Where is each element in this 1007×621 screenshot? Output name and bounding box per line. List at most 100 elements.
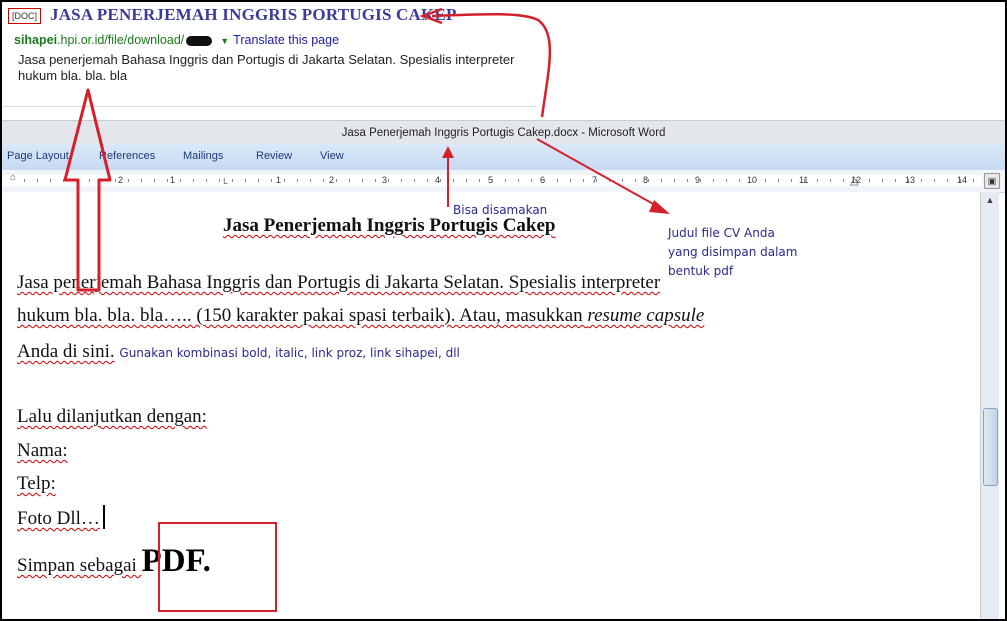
ruler-tick — [973, 179, 974, 182]
ruler-tick — [531, 179, 532, 182]
ruler-tick — [934, 179, 935, 182]
tab-review[interactable]: Review — [256, 150, 292, 162]
ruler-tick — [401, 179, 402, 182]
ruler-tick — [843, 179, 844, 182]
annotation-file-line-3: bentuk pdf — [668, 264, 734, 278]
word-window-title: Jasa Penerjemah Inggris Portugis Cakep.d… — [2, 120, 1005, 145]
field-name-label: Nama: — [17, 440, 68, 461]
ruler-tick — [245, 179, 246, 182]
ruler-number: 3 — [382, 175, 388, 185]
annotation-file-line-1: Judul file CV Anda — [668, 226, 775, 240]
ruler-tick — [258, 179, 259, 182]
italic-text: resume capsule — [587, 305, 705, 326]
tab-page-layout[interactable]: Page Layout — [7, 150, 69, 162]
ruler-tick — [349, 179, 350, 182]
redacted-mark — [186, 35, 213, 46]
ruler-tick — [674, 179, 675, 182]
ruler-tick — [661, 179, 662, 182]
formatting-note: Gunakan kombinasi bold, italic, link pro… — [119, 346, 460, 360]
ruler-tick — [856, 179, 857, 182]
ruler-tick — [648, 179, 649, 182]
ruler-tick — [284, 179, 285, 182]
ruler-tick — [687, 179, 688, 182]
ribbon-tabs: Page Layout References Mailings Review V… — [2, 144, 1005, 171]
ruler-tick — [128, 179, 129, 182]
indent-marker-icon[interactable]: ⌂ — [10, 172, 16, 183]
right-indent-marker-icon[interactable]: △ — [850, 174, 858, 187]
ruler-number: 2 — [118, 175, 124, 185]
ruler-tick — [63, 179, 64, 182]
paragraph-text: Lalu dilanjutkan dengan: — [17, 406, 207, 427]
ruler-tick — [414, 179, 415, 182]
ruler-tick — [310, 179, 311, 182]
paragraph-line: Jasa penerjemah Bahasa Inggris dan Portu… — [17, 272, 660, 294]
horizontal-ruler[interactable]: ⌂ 2 1 1 2 3 4 5 6 7 8 9 10 11 12 13 14 └… — [2, 170, 1005, 193]
ruler-tick — [739, 179, 740, 182]
tab-stop-icon[interactable]: └ — [221, 178, 227, 188]
ruler-tick — [895, 179, 896, 182]
ruler-tick — [37, 179, 38, 182]
text-cursor — [102, 505, 105, 529]
ruler-tick — [791, 179, 792, 182]
doc-badge: [DOC] — [8, 8, 42, 24]
ruler-tick — [960, 179, 961, 182]
search-result: [DOC] JASA PENERJEMAH INGGRIS PORTUGIS C… — [2, 2, 1005, 120]
ruler-tick — [76, 179, 77, 182]
ruler-tick — [596, 179, 597, 182]
ruler-tick — [817, 179, 818, 182]
ruler-tick — [869, 179, 870, 182]
ruler-tick — [89, 179, 90, 182]
ruler-tick — [635, 179, 636, 182]
ruler-tick — [388, 179, 389, 182]
ruler-tick — [102, 179, 103, 182]
ruler-tick — [180, 179, 181, 182]
tab-references[interactable]: References — [99, 150, 155, 162]
ruler-tick — [115, 179, 116, 182]
paragraph-text: hukum bla. bla. bla….. (150 karakter pak… — [17, 305, 588, 326]
paragraph-line: Anda di sini. Gunakan kombinasi bold, it… — [17, 341, 460, 363]
ruler-tick — [570, 179, 571, 182]
scroll-up-icon[interactable]: ▲ — [981, 192, 999, 208]
scrollbar-thumb[interactable] — [983, 408, 998, 486]
tab-view[interactable]: View — [320, 150, 344, 162]
ruler-tick — [765, 179, 766, 182]
search-result-title-overflow: , ... — [422, 6, 442, 23]
ruler-tick — [492, 179, 493, 182]
search-result-url[interactable]: sihapei.hpi.or.id/file/download/ ▼ Transla… — [14, 33, 339, 47]
paragraph-line: hukum bla. bla. bla….. (150 karakter pak… — [17, 305, 704, 327]
field-phone-label: Telp: — [17, 473, 56, 494]
ruler-tick — [947, 179, 948, 182]
caret-down-icon[interactable]: ▼ — [220, 36, 229, 46]
ruler-tick — [622, 179, 623, 182]
ruler-tick — [141, 179, 142, 182]
translate-link[interactable]: Translate this page — [233, 33, 339, 47]
vertical-scrollbar[interactable]: ▲ — [980, 192, 999, 619]
tab-mailings[interactable]: Mailings — [183, 150, 223, 162]
ruler-tick — [466, 179, 467, 182]
paragraph-text: Jasa penerjemah Bahasa Inggris dan Portu… — [17, 272, 661, 293]
url-host: sihapei — [14, 33, 58, 47]
ruler-tick — [700, 179, 701, 182]
ruler-tick — [24, 179, 25, 182]
divider — [2, 106, 537, 107]
screenshot-frame: [DOC] JASA PENERJEMAH INGGRIS PORTUGIS C… — [0, 0, 1007, 621]
view-ruler-icon[interactable]: ▣ — [984, 173, 1000, 189]
ruler-tick — [778, 179, 779, 182]
ruler-tick — [440, 179, 441, 182]
document-page[interactable]: Jasa Penerjemah Inggris Portugis Cakep J… — [2, 192, 980, 619]
ruler-tick — [583, 179, 584, 182]
ruler-tick — [713, 179, 714, 182]
ruler-tick — [518, 179, 519, 182]
paragraph-line: Lalu dilanjutkan dengan: — [17, 406, 207, 428]
search-result-title[interactable]: JASA PENERJEMAH INGGRIS PORTUGIS CAKEP — [50, 5, 457, 25]
annotation-file-line-2: yang disimpan dalam — [668, 245, 798, 259]
ruler-tick — [752, 179, 753, 182]
ruler-tick — [453, 179, 454, 182]
url-path: .hpi.or.id/file/download/ — [57, 33, 185, 47]
ruler-tick — [193, 179, 194, 182]
ruler-tick — [921, 179, 922, 182]
ruler-tick — [297, 179, 298, 182]
ruler-tick — [609, 179, 610, 182]
ruler-tick — [375, 179, 376, 182]
ruler-tick — [336, 179, 337, 182]
